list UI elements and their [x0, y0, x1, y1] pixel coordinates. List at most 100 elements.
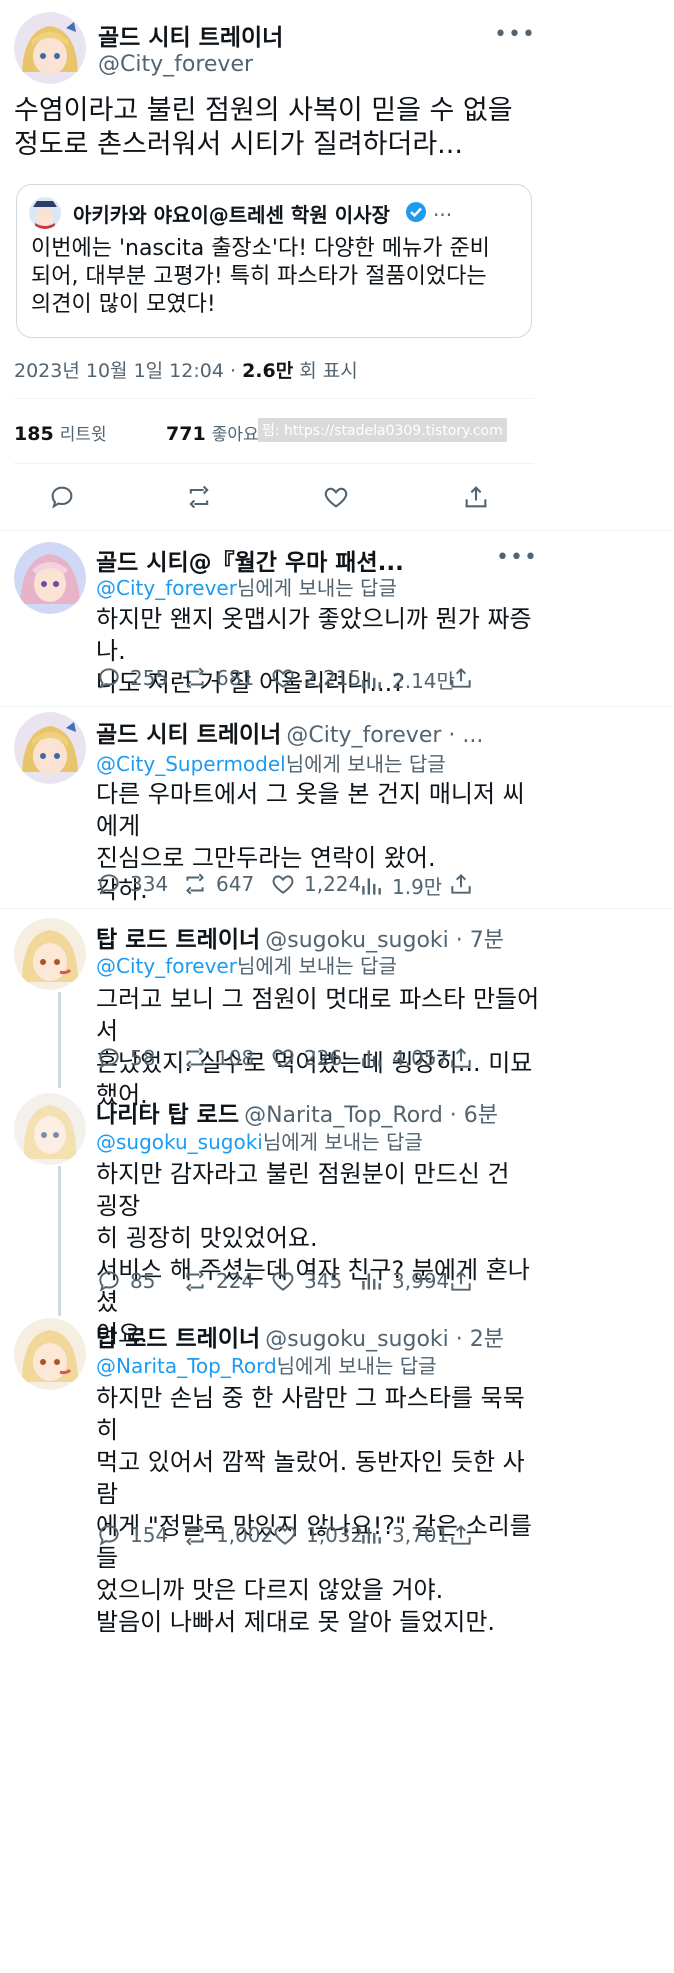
views-icon [362, 1527, 381, 1544]
reply-icon [99, 1271, 119, 1292]
reply-button[interactable]: 154 [96, 1522, 168, 1548]
author-handle[interactable]: @City_forever [98, 52, 253, 77]
views-icon [362, 671, 381, 689]
reply-to-line: @Narita_Top_Rord님에게 보내는 답글 [96, 1354, 437, 1378]
like-count: 2,215 [304, 666, 362, 690]
like-button[interactable]: 345 [270, 1268, 342, 1294]
views-icon [362, 1273, 381, 1290]
reply-icon [99, 1048, 119, 1069]
retweet-button[interactable]: 647 [182, 871, 254, 897]
reply-count: 255 [130, 666, 169, 690]
views-count: 2.14만 [392, 669, 455, 693]
reply-author-handle[interactable]: @sugoku_sugoki · 2분 [265, 1327, 504, 1352]
views-count: 3,994 [392, 1269, 450, 1293]
retweet-button[interactable]: 1,002 [182, 1522, 273, 1548]
verified-icon [405, 201, 427, 227]
reply-to-handle[interactable]: @City_forever [96, 576, 237, 600]
reply-header: 탑 로드 트레이너 @sugoku_sugoki · 7분 [96, 920, 504, 954]
retweet-icon [186, 667, 204, 689]
reply-author-handle[interactable]: @City_forever · ... [286, 723, 483, 748]
like-count: 1,032 [306, 1523, 364, 1547]
share-button[interactable] [448, 665, 474, 695]
quoted-avatar [29, 197, 61, 229]
share-icon [451, 873, 471, 894]
reply-button[interactable]: 334 [96, 871, 168, 897]
retweet-count: 108 [216, 1046, 255, 1070]
reply-icon [99, 1525, 119, 1546]
author-name[interactable]: 골드 시티 트레이너 [98, 18, 283, 52]
quoted-tweet[interactable]: 아키카와 야요이@트레센 학원 이사장 ... 이번에는 'nascita 출장… [16, 184, 532, 338]
reply-author-name[interactable]: 골드 시티 트레이너 [96, 722, 281, 748]
reply-to-handle[interactable]: @City_Supermodel [96, 752, 286, 776]
avatar[interactable] [14, 918, 86, 990]
like-count: 1,224 [304, 872, 362, 896]
divider [0, 908, 674, 909]
retweet-count: 185 [14, 423, 54, 445]
reply-to-handle[interactable]: @Narita_Top_Rord [96, 1354, 277, 1378]
retweet-label: 리트윗 [59, 425, 107, 445]
views-count: 2.6만 [242, 360, 294, 382]
like-button[interactable]: 226 [270, 1045, 342, 1071]
reply-author-name[interactable]: 나리타 탑 로드 [96, 1102, 239, 1128]
avatar[interactable] [14, 1318, 86, 1390]
views-button[interactable]: 3,701 [358, 1522, 449, 1548]
like-label: 좋아요 [211, 425, 259, 445]
share-button[interactable] [448, 1045, 474, 1075]
views-count: 4,057 [392, 1046, 450, 1070]
share-icon [451, 1047, 471, 1068]
retweet-button[interactable]: 681 [182, 665, 254, 691]
reply-to-line: @sugoku_sugoki님에게 보내는 답글 [96, 1130, 423, 1154]
retweet-button[interactable]: 108 [182, 1045, 254, 1071]
reply-button[interactable] [48, 483, 76, 515]
share-icon [451, 1270, 471, 1291]
views-button[interactable]: 3,994 [358, 1268, 449, 1294]
more-icon[interactable]: ••• [496, 545, 538, 570]
retweet-button[interactable]: 224 [182, 1268, 254, 1294]
views-button[interactable]: 2.14만 [358, 665, 455, 694]
share-icon [465, 486, 487, 508]
like-icon [272, 1049, 294, 1068]
like-button[interactable] [322, 483, 350, 515]
reply-to-handle[interactable]: @City_forever [96, 954, 237, 978]
reply-to-line: @City_forever님에게 보내는 답글 [96, 576, 397, 600]
share-button[interactable] [448, 871, 474, 901]
reply-button[interactable]: 255 [96, 665, 168, 691]
reply-to-handle[interactable]: @sugoku_sugoki [96, 1130, 263, 1154]
retweet-icon [186, 1047, 204, 1069]
retweet-button[interactable] [184, 483, 214, 515]
reply-text: 하지만 손님 중 한 사람만 그 파스타를 묵묵히 먹고 있어서 깜짝 놀랐어.… [96, 1384, 532, 1636]
divider [0, 706, 674, 707]
like-stats[interactable]: 771 좋아요 [166, 420, 259, 445]
avatar[interactable] [14, 542, 86, 614]
avatar[interactable] [14, 12, 86, 84]
share-icon [451, 1524, 471, 1545]
more-icon[interactable]: ••• [494, 22, 536, 47]
like-button[interactable]: 2,215 [270, 665, 361, 691]
avatar[interactable] [14, 1093, 86, 1165]
retweet-stats[interactable]: 185 리트윗 [14, 420, 107, 445]
reply-header: 탑 로드 트레이너 @sugoku_sugoki · 2분 [96, 1319, 504, 1353]
share-button[interactable] [448, 1268, 474, 1298]
tweet-text: 수염이라고 불린 점원의 사복이 믿을 수 없을 정도로 촌스러워서 시티가 질… [14, 95, 513, 160]
like-button[interactable]: 1,032 [272, 1522, 363, 1548]
reply-header: 골드 시티 트레이너 @City_forever · ... [96, 715, 483, 749]
retweet-count: 224 [216, 1269, 255, 1293]
reply-author-handle[interactable]: @Narita_Top_Rord · 6분 [244, 1103, 498, 1128]
watermark: 펌: https://stadela0309.tistory.com [258, 418, 507, 442]
like-button[interactable]: 1,224 [270, 871, 361, 897]
tweet-date[interactable]: 2023년 10월 1일 12:04 [14, 360, 224, 382]
share-button[interactable] [462, 483, 490, 515]
reply-button[interactable]: 58 [96, 1045, 155, 1071]
reply-to-line: @City_forever님에게 보내는 답글 [96, 954, 397, 978]
views-button[interactable]: 1.9만 [358, 871, 442, 900]
share-button[interactable] [448, 1522, 474, 1552]
avatar[interactable] [14, 712, 86, 784]
divider [0, 530, 674, 531]
views-button[interactable]: 4,057 [358, 1045, 449, 1071]
like-icon [274, 1526, 296, 1545]
retweet-icon [189, 485, 209, 509]
reply-author-name[interactable]: 탑 로드 트레이너 [96, 1326, 260, 1352]
retweet-icon [186, 1270, 204, 1292]
reply-count: 58 [130, 1046, 156, 1070]
reply-button[interactable]: 85 [96, 1268, 155, 1294]
